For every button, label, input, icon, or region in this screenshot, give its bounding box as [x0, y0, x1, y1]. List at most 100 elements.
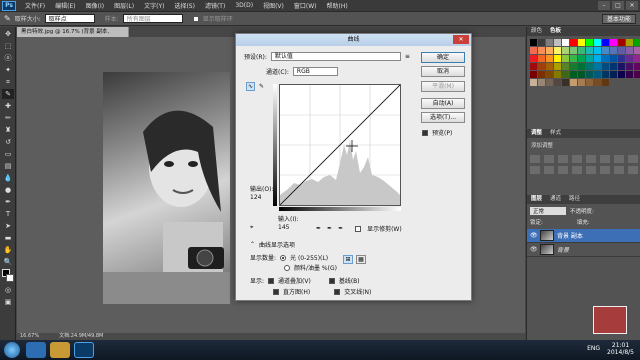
- workspace-switcher[interactable]: 基本功能: [601, 14, 636, 24]
- ie-icon[interactable]: [26, 342, 46, 358]
- color-swatch[interactable]: [594, 55, 601, 62]
- color-lookup-adjust-icon[interactable]: [558, 166, 568, 174]
- stamp-tool-icon[interactable]: ♜: [2, 125, 14, 135]
- color-swatch[interactable]: [634, 39, 640, 46]
- color-swatch[interactable]: [562, 55, 569, 62]
- color-swatch[interactable]: [530, 63, 537, 70]
- color-swatch[interactable]: [562, 39, 569, 46]
- maximize-button[interactable]: □: [612, 1, 624, 10]
- menu-view[interactable]: 视图(V): [258, 1, 289, 10]
- zoom-level[interactable]: 16.67%: [20, 333, 39, 340]
- color-swatch[interactable]: [586, 71, 593, 78]
- collapse-icon[interactable]: ⌃: [250, 241, 255, 248]
- start-button-icon[interactable]: [4, 342, 20, 358]
- color-swatch[interactable]: [578, 47, 585, 54]
- color-swatch[interactable]: [538, 63, 545, 70]
- menu-3d[interactable]: 3D(D): [230, 2, 258, 9]
- color-swatch[interactable]: [530, 79, 537, 86]
- photo-filter-adjust-icon[interactable]: [530, 166, 540, 174]
- levels-adjust-icon[interactable]: [544, 155, 554, 163]
- color-swatch[interactable]: [578, 55, 585, 62]
- menu-layer[interactable]: 图层(L): [109, 1, 139, 10]
- pen-tool-icon[interactable]: ✒: [2, 197, 14, 207]
- color-swatch[interactable]: [578, 39, 585, 46]
- color-swatch[interactable]: [634, 71, 640, 78]
- menu-type[interactable]: 文字(Y): [139, 1, 169, 10]
- hue-adjust-icon[interactable]: [600, 155, 610, 163]
- preset-select[interactable]: 默认值: [270, 52, 401, 61]
- quick-select-tool-icon[interactable]: ✦: [2, 65, 14, 75]
- color-swatch[interactable]: [570, 39, 577, 46]
- color-swatch[interactable]: [594, 63, 601, 70]
- color-swatch[interactable]: [586, 47, 593, 54]
- quick-mask-icon[interactable]: ◎: [2, 285, 14, 295]
- color-swatch[interactable]: [586, 63, 593, 70]
- hand-tool-icon[interactable]: ✋: [2, 245, 14, 255]
- curve-graph[interactable]: [279, 84, 401, 206]
- bw-adjust-icon[interactable]: [628, 155, 638, 163]
- color-swatch[interactable]: [626, 55, 633, 62]
- move-tool-icon[interactable]: ✥: [2, 29, 14, 39]
- eyedropper-tool-icon[interactable]: ✎: [2, 89, 14, 99]
- dialog-title-bar[interactable]: 曲线 ✕: [236, 34, 471, 46]
- gradient-tool-icon[interactable]: ▤: [2, 161, 14, 171]
- color-swatch[interactable]: [610, 71, 617, 78]
- eye-icon[interactable]: 👁: [530, 246, 538, 253]
- color-swatch[interactable]: [610, 55, 617, 62]
- shape-tool-icon[interactable]: ▬: [2, 233, 14, 243]
- zoom-tool-icon[interactable]: 🔍: [2, 257, 14, 267]
- sample-eyedropper-icon[interactable]: ⌖: [250, 224, 253, 232]
- detailed-grid-icon[interactable]: ▦: [356, 255, 366, 264]
- color-swatch[interactable]: [618, 63, 625, 70]
- color-swatch[interactable]: [578, 71, 585, 78]
- exposure-adjust-icon[interactable]: [572, 155, 582, 163]
- photoshop-task-icon[interactable]: [74, 342, 94, 358]
- posterize-adjust-icon[interactable]: [586, 166, 596, 174]
- pigment-radio[interactable]: [284, 264, 290, 271]
- tab-styles[interactable]: 样式: [550, 129, 561, 138]
- output-value[interactable]: 124: [250, 194, 261, 201]
- curve-display-options-toggle[interactable]: ⌃ 曲线显示选项: [250, 240, 295, 249]
- layer-row[interactable]: 👁 背景: [527, 243, 640, 257]
- menu-edit[interactable]: 编辑(E): [50, 1, 80, 10]
- color-swatch[interactable]: [538, 55, 545, 62]
- color-swatch[interactable]: [570, 79, 577, 86]
- menu-filter[interactable]: 滤镜(T): [200, 1, 230, 10]
- color-swatch[interactable]: [618, 39, 625, 46]
- color-swatch[interactable]: [610, 63, 617, 70]
- white-point-eyedropper-icon[interactable]: ✒: [338, 225, 343, 232]
- color-swatch[interactable]: [626, 47, 633, 54]
- color-swatch[interactable]: [602, 79, 609, 86]
- color-swatch[interactable]: [626, 39, 633, 46]
- color-swatch[interactable]: [562, 47, 569, 54]
- color-swatch[interactable]: [578, 63, 585, 70]
- color-swatch[interactable]: [618, 55, 625, 62]
- color-swatch[interactable]: [554, 55, 561, 62]
- channel-select[interactable]: RGB: [292, 67, 338, 76]
- dialog-close-button[interactable]: ✕: [453, 35, 469, 44]
- simple-grid-icon[interactable]: ⊞: [343, 255, 353, 264]
- color-swatch[interactable]: [554, 71, 561, 78]
- input-value[interactable]: 145: [278, 224, 289, 231]
- menu-help[interactable]: 帮助(H): [322, 1, 353, 10]
- show-clipping-checkbox[interactable]: [355, 225, 362, 232]
- blend-mode-select[interactable]: 正常: [530, 207, 566, 215]
- color-swatch[interactable]: [626, 71, 633, 78]
- system-clock[interactable]: 21:01 2014/8/5: [607, 342, 634, 356]
- menu-file[interactable]: 文件(F): [20, 1, 50, 10]
- black-point-eyedropper-icon[interactable]: ✒: [316, 225, 321, 232]
- tab-layers[interactable]: 图层: [531, 195, 542, 204]
- history-brush-tool-icon[interactable]: ↺: [2, 137, 14, 147]
- color-swatch[interactable]: [562, 63, 569, 70]
- color-swatch[interactable]: [594, 39, 601, 46]
- explorer-icon[interactable]: [50, 342, 70, 358]
- tray-language[interactable]: ENG: [587, 345, 600, 352]
- color-swatch[interactable]: [546, 71, 553, 78]
- color-swatch[interactable]: [546, 63, 553, 70]
- color-swatch[interactable]: [594, 71, 601, 78]
- color-swatch[interactable]: [562, 79, 569, 86]
- color-swatch[interactable]: [546, 79, 553, 86]
- channel-mixer-adjust-icon[interactable]: [544, 166, 554, 174]
- baseline-checkbox[interactable]: [328, 277, 335, 284]
- tab-color[interactable]: 颜色: [531, 27, 542, 36]
